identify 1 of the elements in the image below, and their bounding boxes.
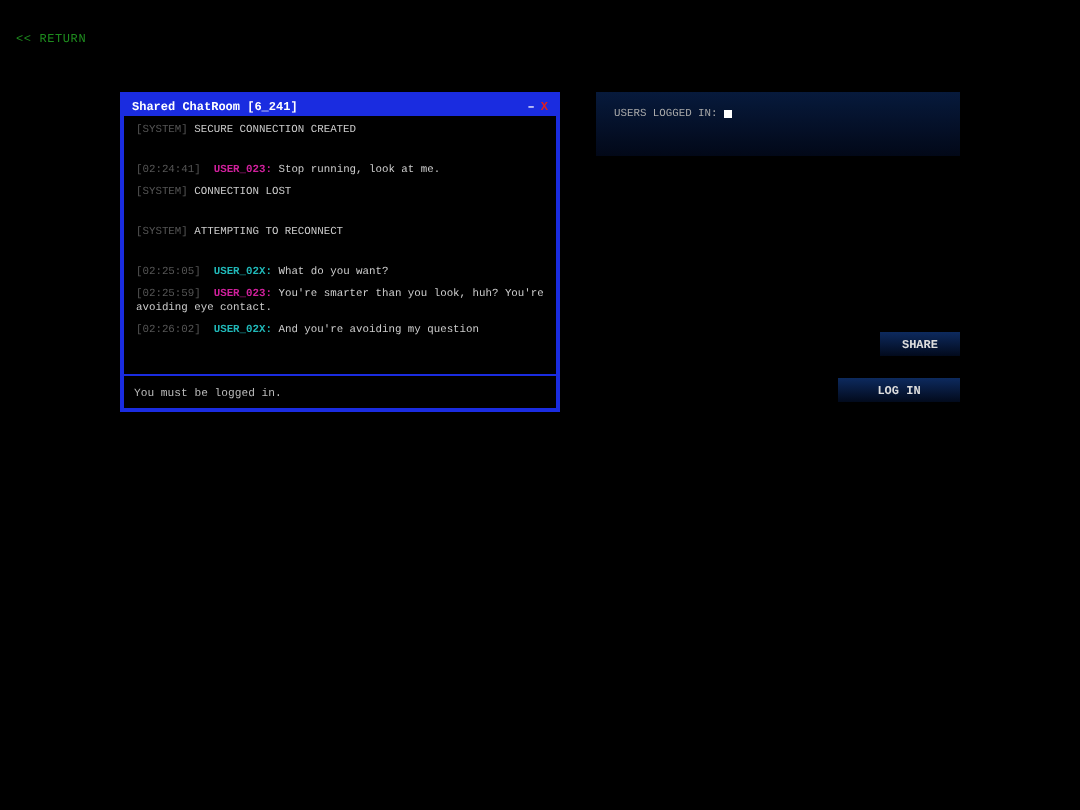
cursor-icon: [723, 110, 732, 118]
